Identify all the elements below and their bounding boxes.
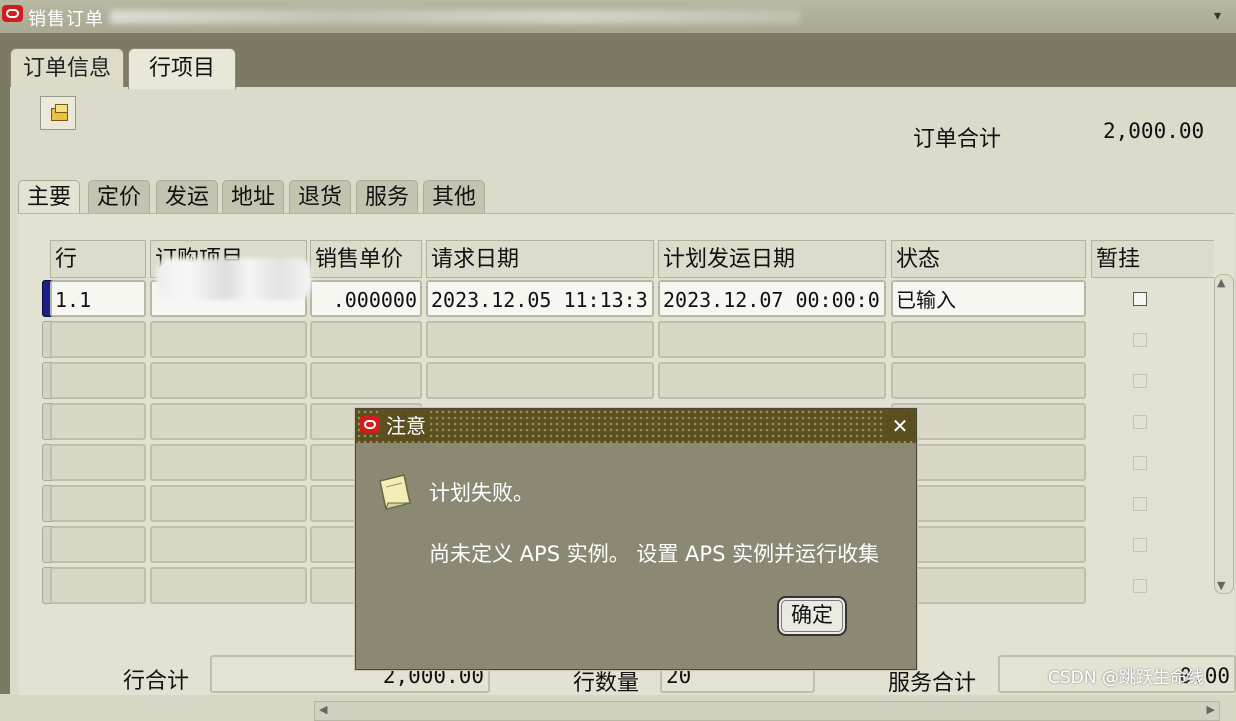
cell-empty[interactable]: [150, 485, 307, 522]
subtab-main[interactable]: 主要: [18, 180, 81, 215]
window-titlebar: 销售订单 ▾: [0, 0, 1236, 33]
col-header-unit-price: 销售单价: [310, 240, 422, 278]
on-hold-checkbox[interactable]: [1133, 415, 1147, 429]
cell-empty[interactable]: [891, 444, 1086, 481]
on-hold-checkbox[interactable]: [1133, 292, 1147, 306]
cell-empty[interactable]: [891, 526, 1086, 563]
on-hold-checkbox[interactable]: [1133, 579, 1147, 593]
scroll-left-icon[interactable]: ◀: [319, 703, 327, 716]
window-title: 销售订单: [28, 9, 104, 30]
cell-unit-price[interactable]: .000000: [310, 280, 422, 317]
col-header-schedule-ship-date: 计划发运日期: [658, 240, 886, 278]
line-total-label: 行合计: [123, 669, 190, 694]
tab-line-items[interactable]: 行项目: [128, 48, 237, 89]
cell-empty[interactable]: [658, 362, 886, 399]
cell-empty[interactable]: [150, 362, 307, 399]
subtab-shipping[interactable]: 发运: [156, 180, 219, 215]
cell-empty[interactable]: [50, 444, 146, 481]
cell-empty[interactable]: [426, 321, 654, 358]
minimize-icon[interactable]: ▾: [1214, 8, 1228, 24]
cell-empty[interactable]: [150, 444, 307, 481]
on-hold-checkbox[interactable]: [1133, 538, 1147, 552]
cell-empty[interactable]: [50, 403, 146, 440]
on-hold-checkbox[interactable]: [1133, 497, 1147, 511]
dialog-titlebar[interactable]: 注意 ✕: [356, 409, 916, 443]
col-header-request-date: 请求日期: [426, 240, 654, 278]
scroll-down-icon[interactable]: ▼: [1217, 579, 1225, 592]
scroll-up-icon[interactable]: ▲: [1217, 276, 1225, 289]
ok-button[interactable]: 确定: [777, 596, 847, 636]
cell-status[interactable]: 已输入: [891, 280, 1086, 317]
note-dialog: 注意 ✕ 计划失败。 尚未定义 APS 实例。 设置 APS 实例并运行收集 确…: [355, 408, 917, 670]
dialog-message-title: 计划失败。: [429, 481, 534, 505]
subtab-others[interactable]: 其他: [423, 180, 486, 215]
col-header-on-hold: 暂挂: [1091, 240, 1214, 278]
cell-empty[interactable]: [50, 362, 146, 399]
open-folder-icon[interactable]: [40, 96, 76, 130]
order-total-value: 2,000.00: [1103, 119, 1205, 143]
cell-empty[interactable]: [150, 321, 307, 358]
subtab-services[interactable]: 服务: [356, 180, 419, 215]
on-hold-checkbox[interactable]: [1133, 333, 1147, 347]
cell-line-number[interactable]: 1.1: [50, 280, 146, 317]
on-hold-checkbox[interactable]: [1133, 374, 1147, 388]
cell-empty[interactable]: [150, 403, 307, 440]
order-total-label: 订单合计: [913, 127, 1002, 152]
col-header-status: 状态: [891, 240, 1086, 278]
on-hold-checkbox[interactable]: [1133, 456, 1147, 470]
scroll-right-icon[interactable]: ▶: [1207, 703, 1215, 716]
note-icon: [379, 474, 411, 510]
dialog-title: 注意: [382, 411, 430, 441]
cell-empty[interactable]: [150, 526, 307, 563]
cell-empty[interactable]: [150, 567, 307, 604]
tab-order-info[interactable]: 订单信息: [10, 48, 125, 89]
cell-empty[interactable]: [310, 321, 422, 358]
subtab-returns[interactable]: 退货: [289, 180, 352, 215]
oracle-logo-icon: [360, 416, 380, 433]
cell-empty[interactable]: [891, 485, 1086, 522]
cell-request-date[interactable]: 2023.12.05 11:13:3: [426, 280, 654, 317]
cell-empty[interactable]: [50, 485, 146, 522]
cell-empty[interactable]: [50, 526, 146, 563]
cell-empty[interactable]: [891, 567, 1086, 604]
vertical-scrollbar[interactable]: ▲ ▼: [1214, 274, 1234, 594]
cell-empty[interactable]: [891, 321, 1086, 358]
cell-empty[interactable]: [891, 403, 1086, 440]
cell-schedule-ship-date[interactable]: 2023.12.07 00:00:0: [658, 280, 886, 317]
oracle-logo-icon: [2, 5, 23, 22]
cell-empty[interactable]: [310, 362, 422, 399]
dialog-message-detail: 尚未定义 APS 实例。 设置 APS 实例并运行收集: [429, 542, 880, 566]
cell-empty[interactable]: [50, 321, 146, 358]
redacted-title-info: [110, 10, 800, 24]
col-header-line: 行: [50, 240, 146, 278]
close-icon[interactable]: ✕: [886, 411, 914, 441]
cell-empty[interactable]: [426, 362, 654, 399]
cell-empty[interactable]: [891, 362, 1086, 399]
subtab-pricing[interactable]: 定价: [88, 180, 151, 215]
cell-empty[interactable]: [50, 567, 146, 604]
horizontal-scrollbar[interactable]: ◀ ▶: [314, 701, 1220, 721]
cell-empty[interactable]: [658, 321, 886, 358]
watermark: CSDN @跳跃生命线: [1048, 668, 1204, 688]
redacted-item: [156, 258, 311, 300]
subtab-address[interactable]: 地址: [222, 180, 285, 215]
